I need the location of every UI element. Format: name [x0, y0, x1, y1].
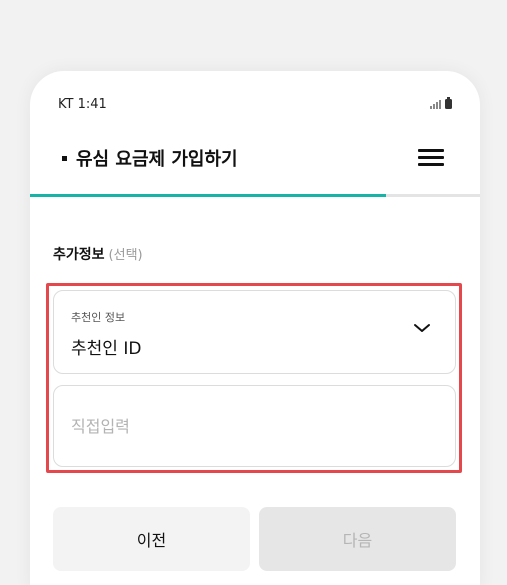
page-title: 유심 요금제 가입하기 — [62, 145, 238, 171]
referrer-select-label: 추천인 정보 — [71, 311, 126, 324]
prev-button[interactable]: 이전 — [53, 507, 250, 571]
chevron-down-icon — [414, 324, 430, 332]
signal-icon — [430, 99, 441, 109]
next-button[interactable]: 다음 — [259, 507, 456, 571]
stage: KT 1:41 유심 요금제 가입하기 추가정보 (선택) 추천인 정보 추천인… — [0, 0, 507, 585]
section-subtitle: (선택) — [108, 248, 143, 263]
page-header: 유심 요금제 가입하기 — [56, 141, 452, 175]
referrer-input-field — [53, 385, 456, 467]
status-bar: KT 1:41 — [58, 97, 452, 115]
phone-frame: KT 1:41 유심 요금제 가입하기 추가정보 (선택) 추천인 정보 추천인… — [30, 71, 480, 585]
progress-fill — [30, 194, 386, 197]
status-icons — [430, 97, 452, 109]
battery-icon — [445, 97, 452, 109]
progress-bar — [30, 194, 480, 197]
referrer-id-input[interactable] — [71, 413, 431, 439]
page-title-text: 유심 요금제 가입하기 — [76, 149, 238, 170]
referrer-select-value: 추천인 ID — [71, 339, 142, 359]
section-title: 추가정보 (선택) — [53, 244, 143, 264]
section-title-text: 추가정보 — [53, 247, 105, 263]
referrer-type-select[interactable]: 추천인 정보 추천인 ID — [53, 290, 456, 374]
carrier-time: KT 1:41 — [58, 97, 107, 112]
bullet-icon — [62, 155, 67, 161]
hamburger-menu-icon[interactable] — [418, 149, 444, 167]
